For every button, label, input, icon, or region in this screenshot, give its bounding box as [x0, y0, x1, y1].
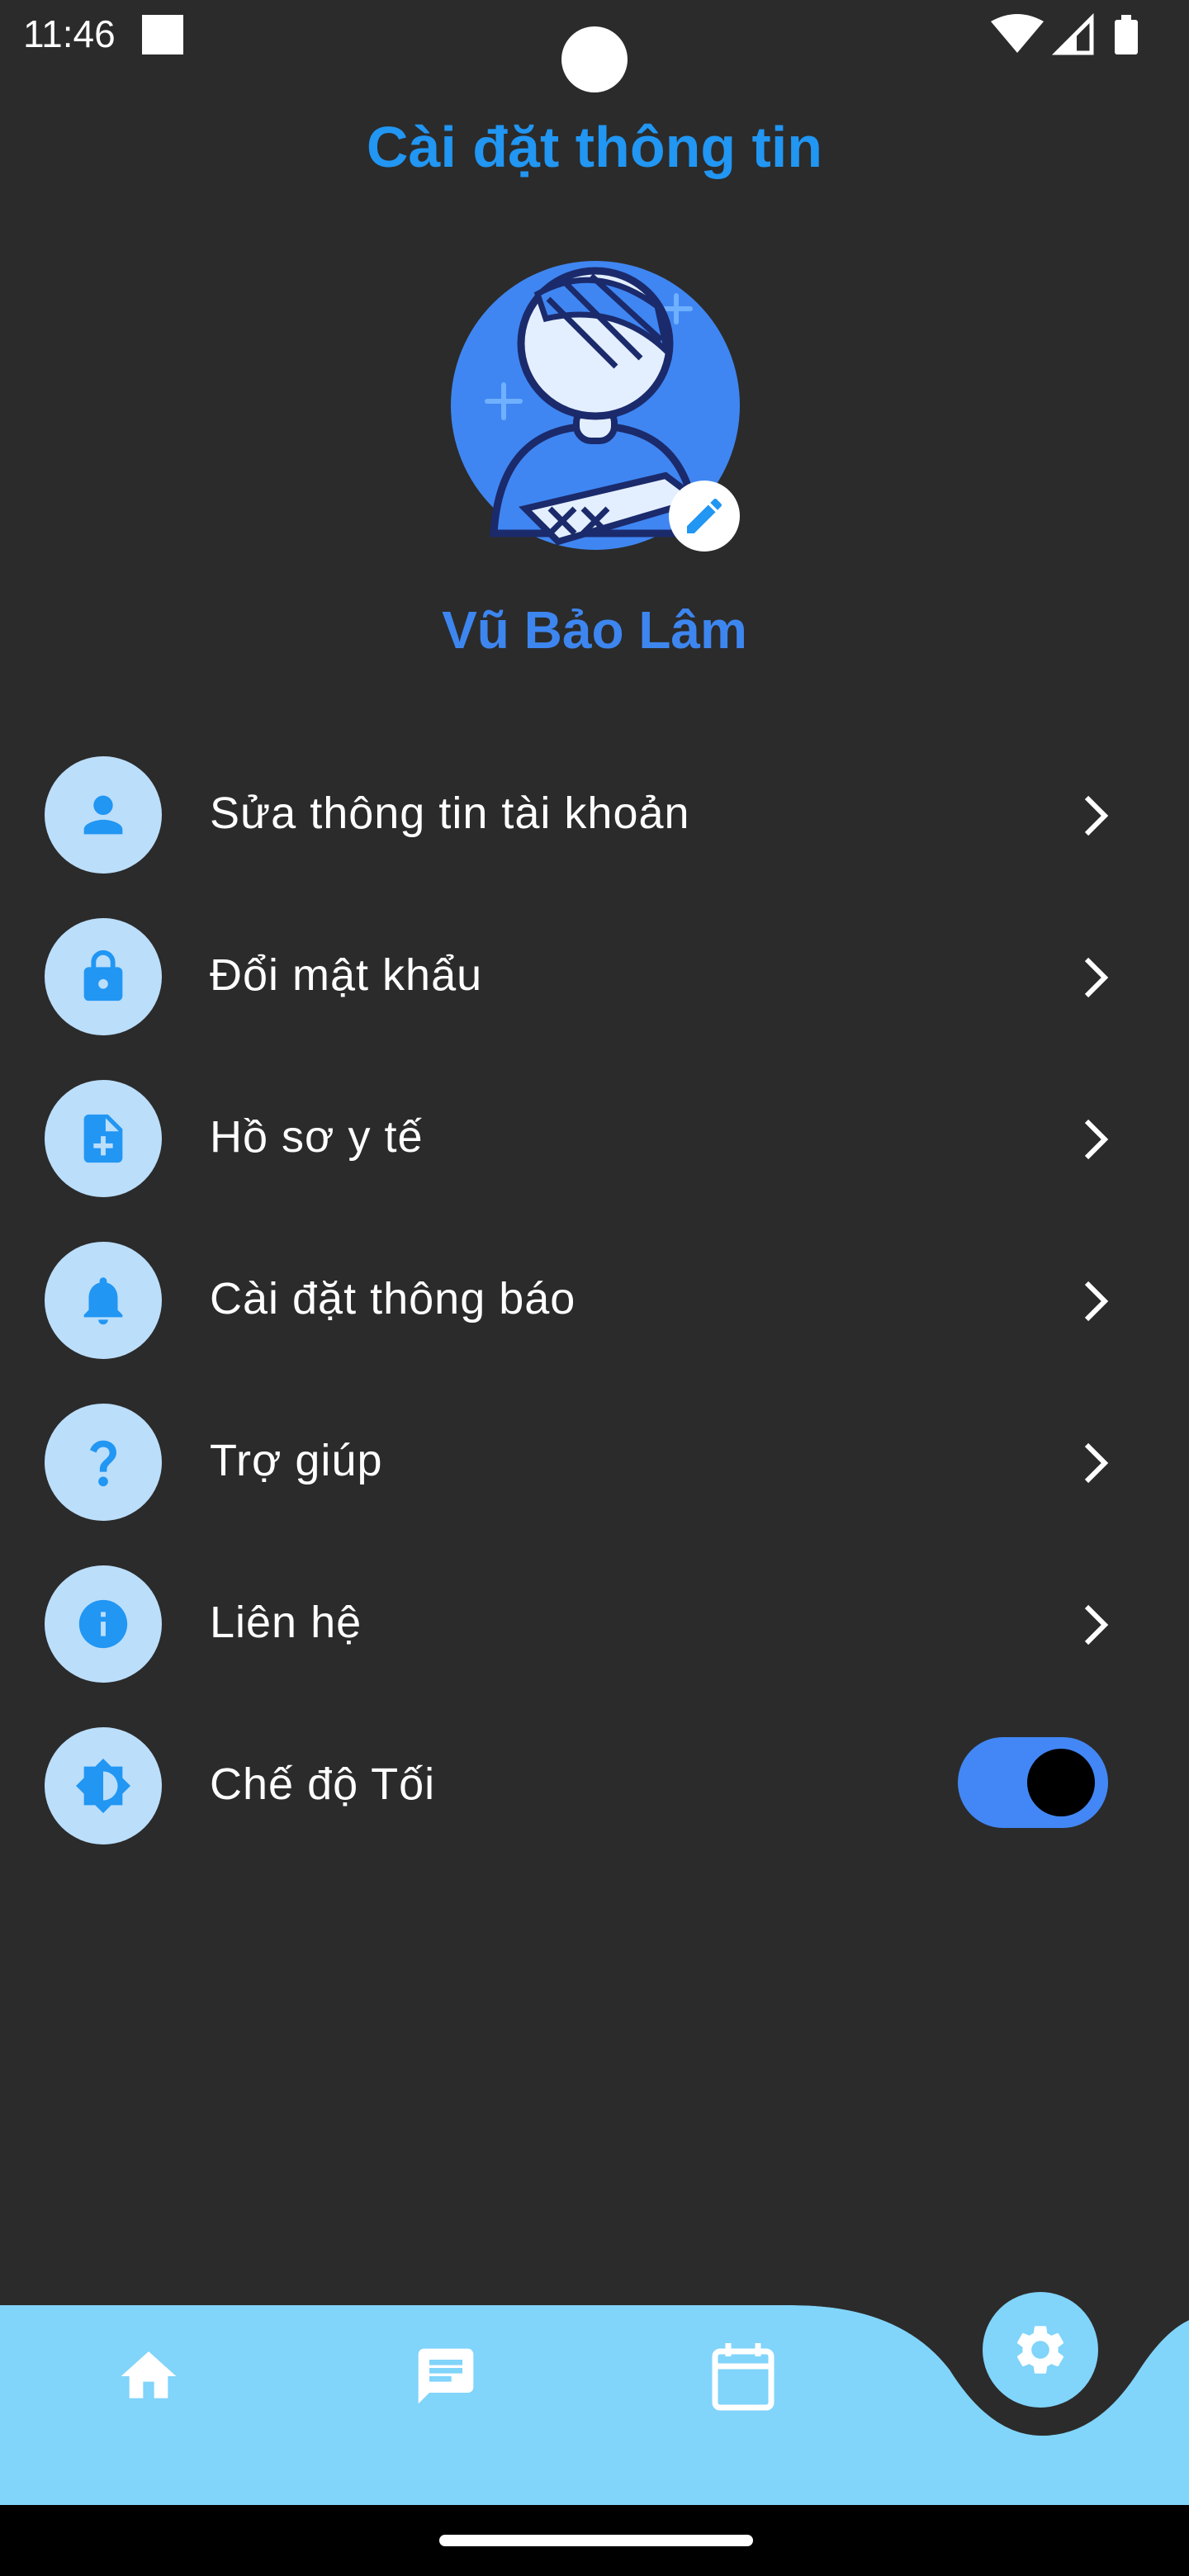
menu-item-help[interactable]: Trợ giúp: [0, 1399, 1189, 1531]
wifi-icon: [991, 14, 1044, 53]
edit-avatar-button[interactable]: [669, 481, 740, 552]
menu-item-edit-account[interactable]: Sửa thông tin tài khoản: [0, 751, 1189, 883]
user-name: Vũ Bảo Lâm: [442, 600, 747, 660]
chat-icon[interactable]: [413, 2343, 479, 2409]
lock-icon: [83, 949, 123, 1002]
menu-icon-circle: [45, 1404, 162, 1521]
medical-file-icon: [83, 1114, 123, 1163]
menu-icon-circle: [45, 918, 162, 1035]
menu-item-contact[interactable]: Liên hệ: [0, 1560, 1189, 1693]
chevron-right-icon: [1084, 1442, 1109, 1484]
menu-icon-circle: [45, 1565, 162, 1683]
battery-icon: [1115, 15, 1138, 54]
person-icon: [83, 795, 123, 835]
pencil-icon: [687, 498, 722, 533]
chevron-right-icon: [1084, 795, 1109, 836]
calendar-icon[interactable]: [710, 2342, 776, 2413]
gesture-handle[interactable]: [439, 2535, 753, 2546]
page-title: Cài đặt thông tin: [366, 115, 823, 179]
settings-icon: [1016, 2326, 1064, 2374]
menu-item-label: Sửa thông tin tài khoản: [210, 788, 690, 838]
notification-icon: [142, 15, 183, 54]
status-icons: [991, 13, 1138, 55]
menu-item-label: Cài đặt thông báo: [210, 1274, 576, 1324]
menu-icon-circle: [45, 756, 162, 874]
menu-item-dark-mode: Chế độ Tối: [0, 1722, 1189, 1854]
chevron-right-icon: [1084, 1281, 1109, 1322]
home-icon[interactable]: [116, 2343, 182, 2409]
menu-icon-circle: [45, 1242, 162, 1359]
signal-icon: [1051, 13, 1094, 55]
menu-item-change-password[interactable]: Đổi mật khẩu: [0, 913, 1189, 1045]
menu-icon-circle: [45, 1080, 162, 1197]
status-time: 11:46: [23, 12, 116, 55]
settings-nav-button[interactable]: [983, 2292, 1098, 2408]
menu-item-label: Trợ giúp: [210, 1436, 383, 1485]
info-icon: [78, 1599, 128, 1649]
menu-item-medical-record[interactable]: Hồ sơ y tế: [0, 1075, 1189, 1207]
menu-item-label: Liên hệ: [210, 1598, 362, 1647]
menu-item-notification-settings[interactable]: Cài đặt thông báo: [0, 1237, 1189, 1369]
toggle-thumb[interactable]: [1027, 1749, 1095, 1816]
chevron-right-icon: [1084, 1119, 1109, 1160]
menu-item-label: Đổi mật khẩu: [210, 950, 483, 1000]
camera-cutout: [561, 26, 628, 92]
menu-item-label: Hồ sơ y tế: [210, 1112, 424, 1162]
menu-icon-circle: [45, 1727, 162, 1844]
question-icon: [90, 1440, 116, 1487]
brightness-icon: [76, 1759, 130, 1813]
chevron-right-icon: [1084, 1604, 1109, 1646]
bell-icon: [83, 1277, 123, 1325]
menu-item-label: Chế độ Tối: [210, 1759, 436, 1809]
chevron-right-icon: [1084, 957, 1109, 998]
